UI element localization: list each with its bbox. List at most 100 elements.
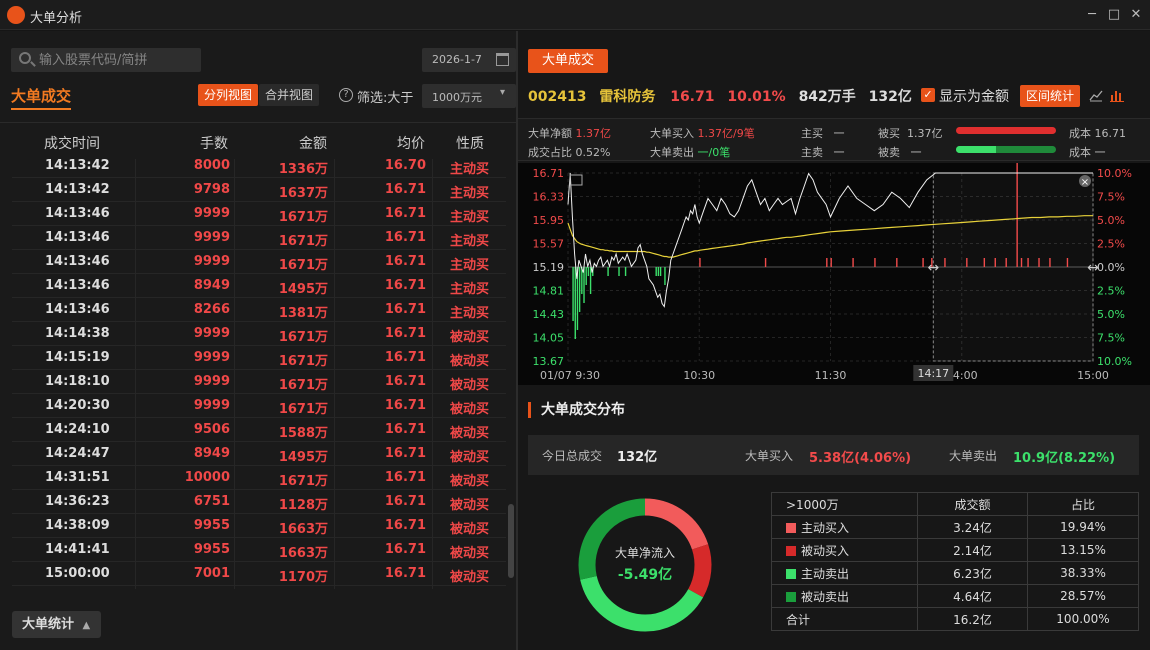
volume-bar <box>1027 258 1029 267</box>
volume-bar <box>830 258 832 267</box>
table-row[interactable]: 14:38:09 9955 1663万 16.71 被动买 <box>12 514 506 538</box>
search-box[interactable] <box>11 48 201 72</box>
cell-time: 14:36:23 <box>45 494 110 509</box>
chevron-up-icon: ▲ <box>82 620 91 631</box>
split-view-button[interactable]: 分列视图 <box>198 84 258 106</box>
volume-bar <box>966 258 968 267</box>
cell-price: 16.71 <box>384 302 426 317</box>
big-trade-stats-button[interactable]: 大单统计 ▲ <box>12 611 101 638</box>
buy-summary-value: 5.38亿(4.06%) <box>809 451 912 466</box>
cell-qty: 9999 <box>193 254 230 269</box>
cell-qty: 9955 <box>193 542 230 557</box>
cell-price: 16.71 <box>384 494 426 509</box>
table-row[interactable]: 14:24:47 8949 1495万 16.71 被动买 <box>12 442 506 466</box>
distribution-title: 大单成交分布 <box>528 402 625 418</box>
active-buy-value: 一 <box>833 127 845 140</box>
resize-handle-icon: ↔ <box>1087 260 1099 276</box>
dist-total-share: 100.00% <box>1027 607 1139 631</box>
buy-ratio-fill <box>956 127 1056 134</box>
cell-price: 16.71 <box>384 230 426 245</box>
dist-row-name: 被动买入 <box>801 543 850 558</box>
buy-label: 大单买入 <box>650 127 694 140</box>
table-row[interactable]: 14:41:41 9955 1663万 16.71 被动买 <box>12 538 506 562</box>
cell-type: 被动买 <box>450 570 490 585</box>
cell-type: 主动买 <box>450 234 490 249</box>
cell-type: 被动买 <box>450 426 490 441</box>
date-picker[interactable]: 2026-1-7 <box>422 48 516 72</box>
cell-qty: 8266 <box>193 302 230 317</box>
big-trade-tab-button[interactable]: 大单成交 <box>528 49 608 73</box>
table-row[interactable]: 14:18:10 9999 1671万 16.71 被动买 <box>12 370 506 394</box>
cell-qty: 9999 <box>193 230 230 245</box>
stock-amount: 132亿 <box>868 89 912 105</box>
table-row[interactable]: 14:31:51 10000 1671万 16.71 被动买 <box>12 466 506 490</box>
filter-select[interactable]: 1000万元 ▾ <box>422 84 516 108</box>
table-row[interactable]: 14:36:23 6751 1128万 16.71 被动买 <box>12 490 506 514</box>
cell-price: 16.71 <box>384 326 426 341</box>
cell-price: 16.71 <box>384 566 426 581</box>
search-input[interactable] <box>39 50 197 70</box>
show-amount-label[interactable]: 显示为金额 <box>939 86 1009 106</box>
tab-big-trade[interactable]: 大单成交 <box>11 85 71 106</box>
minimize-button[interactable]: ─ <box>1083 6 1101 24</box>
volume-bar <box>852 258 854 267</box>
table-row[interactable]: 14:14:38 9999 1671万 16.71 被动买 <box>12 322 506 346</box>
merge-view-button[interactable]: 合并视图 <box>259 84 319 106</box>
line-chart-icon[interactable] <box>1089 88 1103 102</box>
table-row[interactable]: 15:00:00 7001 1170万 16.71 被动买 <box>12 562 506 586</box>
passive-buy-label: 被买 <box>878 127 900 140</box>
table-row[interactable]: 14:13:46 9999 1671万 16.71 主动买 <box>12 250 506 274</box>
y-right-tick-label: 7.5% <box>1097 332 1125 345</box>
active-sell-stat: 主卖 一 <box>801 144 845 160</box>
distribution-table: >1000万 成交额 占比 主动买入 3.24亿 19.94% 被动买入 2.1… <box>771 492 1139 631</box>
x-tick-label: 01/07 9:30 <box>540 369 600 382</box>
table-row[interactable]: 14:13:46 8266 1381万 16.71 主动买 <box>12 298 506 322</box>
dist-row-share: 19.94% <box>1027 515 1139 539</box>
x-tick-label: 15:00 <box>1077 369 1109 382</box>
show-amount-checkbox[interactable]: ✓ <box>921 88 935 102</box>
table-scrollbar[interactable] <box>508 504 514 578</box>
cell-type: 被动买 <box>450 498 490 513</box>
calendar-icon[interactable] <box>496 53 509 66</box>
dist-row-amount: 4.64亿 <box>917 584 1028 608</box>
intraday-chart[interactable]: 16.71 10.0% 16.33 7.5% 15.95 5.0% 15.57 2.5% 15.… <box>518 159 1150 385</box>
cell-type: 被动买 <box>450 522 490 537</box>
dist-row-amount: 6.23亿 <box>917 561 1028 585</box>
cell-price: 16.71 <box>384 182 426 197</box>
legend-swatch <box>786 591 796 602</box>
cell-type: 主动买 <box>450 258 490 273</box>
col-price: 均价 <box>397 136 425 152</box>
interval-stats-button[interactable]: 区间统计 <box>1020 85 1080 107</box>
y-right-tick-label: 2.5% <box>1097 238 1125 251</box>
cell-time: 14:14:38 <box>45 326 110 341</box>
bar-chart-icon[interactable] <box>1110 88 1124 102</box>
passive-buy-stat: 被买 1.37亿 <box>878 125 943 141</box>
active-sell-label: 主卖 <box>801 146 823 159</box>
cell-type: 主动买 <box>450 282 490 297</box>
y-right-tick-label: 0.0% <box>1097 261 1125 274</box>
help-icon[interactable]: ? <box>339 88 353 102</box>
table-row[interactable]: 14:13:42 8000 1336万 16.70 主动买 <box>12 154 506 178</box>
cell-type: 主动买 <box>450 162 490 177</box>
cell-amt: 1128万 <box>278 498 328 513</box>
selection-range <box>932 172 1094 362</box>
table-row[interactable]: 14:13:46 9999 1671万 16.71 主动买 <box>12 202 506 226</box>
table-row[interactable]: 14:13:42 9798 1637万 16.71 主动买 <box>12 178 506 202</box>
close-button[interactable]: ✕ <box>1127 6 1145 24</box>
volume-bar <box>1038 258 1040 267</box>
table-row[interactable]: 14:15:19 9999 1671万 16.71 被动买 <box>12 346 506 370</box>
table-row[interactable]: 14:13:46 8949 1495万 16.71 主动买 <box>12 274 506 298</box>
cell-time: 14:15:19 <box>45 350 110 365</box>
active-sell-value: 一 <box>833 146 845 159</box>
maximize-button[interactable]: □ <box>1105 6 1123 24</box>
cell-price: 16.71 <box>384 518 426 533</box>
passive-sell-stat: 被卖 一 <box>878 144 922 160</box>
table-row[interactable]: 14:13:46 9999 1671万 16.71 主动买 <box>12 226 506 250</box>
cell-time: 14:13:46 <box>45 206 110 221</box>
table-row[interactable]: 14:20:30 9999 1671万 16.71 被动买 <box>12 394 506 418</box>
stock-volume: 842万手 <box>798 89 856 105</box>
cell-qty: 8949 <box>193 278 230 293</box>
passive-sell-value: 一 <box>910 146 922 159</box>
table-row[interactable]: 14:24:10 9506 1588万 16.71 被动买 <box>12 418 506 442</box>
volume-bar <box>1020 258 1023 267</box>
